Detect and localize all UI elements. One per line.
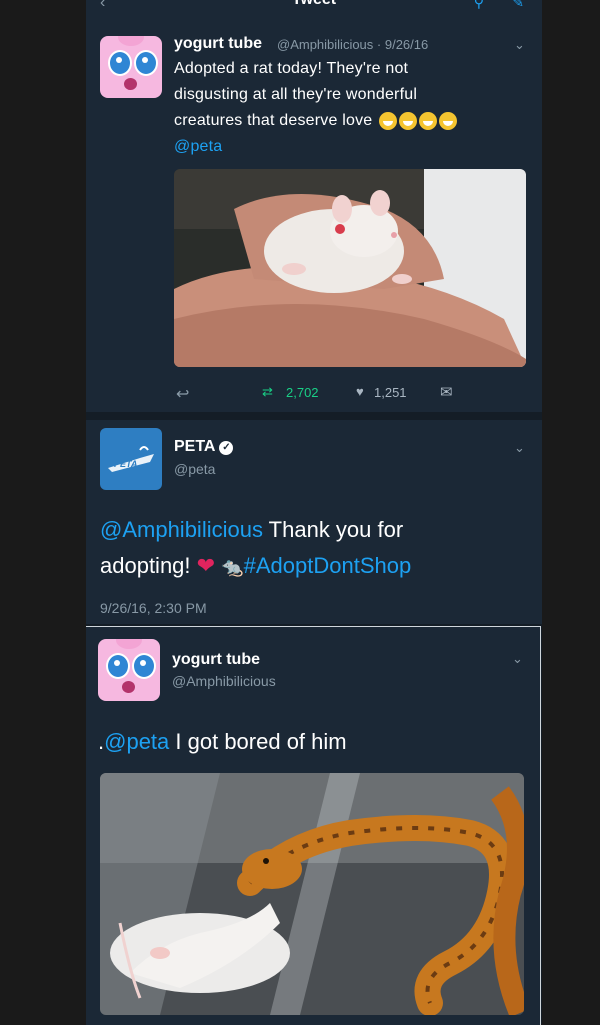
author-name[interactable]: yogurt tube	[172, 651, 260, 669]
tweet-card[interactable]: yogurt tube @Amphibilicious · 9/26/16 ⌄ …	[86, 20, 542, 412]
tweet-timestamp: 9/26/16, 2:30 PM	[100, 600, 207, 616]
avatar[interactable]	[98, 639, 160, 701]
like-icon[interactable]: ♥	[356, 384, 364, 399]
author-name[interactable]: yogurt tube	[174, 35, 262, 53]
hashtag-link[interactable]: #AdoptDontShop	[244, 553, 412, 578]
avatar[interactable]: PETA	[100, 428, 162, 490]
author-handle[interactable]: @Amphibilicious	[172, 673, 276, 689]
retweet-count: 2,702	[286, 385, 319, 400]
author-handle[interactable]: @peta	[174, 461, 215, 477]
author-name[interactable]: PETA ✓	[174, 438, 234, 456]
tweet-date: · 9/26/16	[376, 37, 429, 52]
heart-emoji-icon: ❤	[196, 553, 216, 578]
grin-emoji-icon	[379, 111, 398, 130]
tweet-text: @Amphibilicious Thank you for adopting! …	[100, 517, 412, 578]
tweet-text: Adopted a rat today! They're not disgust…	[174, 56, 524, 160]
snake-photo[interactable]	[100, 773, 524, 1015]
reply-icon[interactable]: ↩	[176, 384, 189, 404]
avatar[interactable]	[100, 36, 162, 98]
search-icon[interactable]: ⚲	[474, 0, 484, 11]
like-count: 1,251	[374, 385, 407, 400]
tweet-card[interactable]: PETA PETA ✓ @peta ⌄ @Amphibilicious Thank…	[86, 420, 542, 624]
rat-photo[interactable]	[174, 169, 526, 367]
verified-icon: ✓	[219, 441, 234, 455]
chevron-down-icon[interactable]: ⌄	[514, 37, 525, 53]
grin-emoji-icon	[399, 111, 418, 130]
grin-emoji-icon	[419, 111, 438, 130]
tweet-card[interactable]: yogurt tube @Amphibilicious ⌄ .@peta I g…	[86, 626, 541, 1025]
top-bar: ‹ Tweet ⚲ ✎	[86, 0, 542, 20]
chevron-down-icon[interactable]: ⌄	[514, 440, 525, 456]
mention-link[interactable]: @peta	[104, 729, 169, 754]
tweet-actions: ↩ ⇄ 2,702 ♥ 1,251 ✉	[86, 384, 542, 404]
grin-emoji-icon	[439, 111, 458, 130]
divider	[86, 412, 542, 420]
retweet-icon[interactable]: ⇄	[262, 384, 273, 400]
mention-link[interactable]: @peta	[174, 134, 524, 160]
mention-link[interactable]: @Amphibilicious	[100, 517, 263, 542]
svg-text:PETA: PETA	[114, 459, 137, 469]
compose-icon[interactable]: ✎	[512, 0, 524, 11]
tweet-text: .@peta I got bored of him	[98, 729, 347, 754]
author-handle[interactable]: @Amphibilicious	[277, 37, 373, 52]
message-icon[interactable]: ✉	[440, 383, 453, 401]
rat-emoji-icon: 🐀	[221, 557, 244, 577]
chevron-down-icon[interactable]: ⌄	[512, 651, 523, 667]
